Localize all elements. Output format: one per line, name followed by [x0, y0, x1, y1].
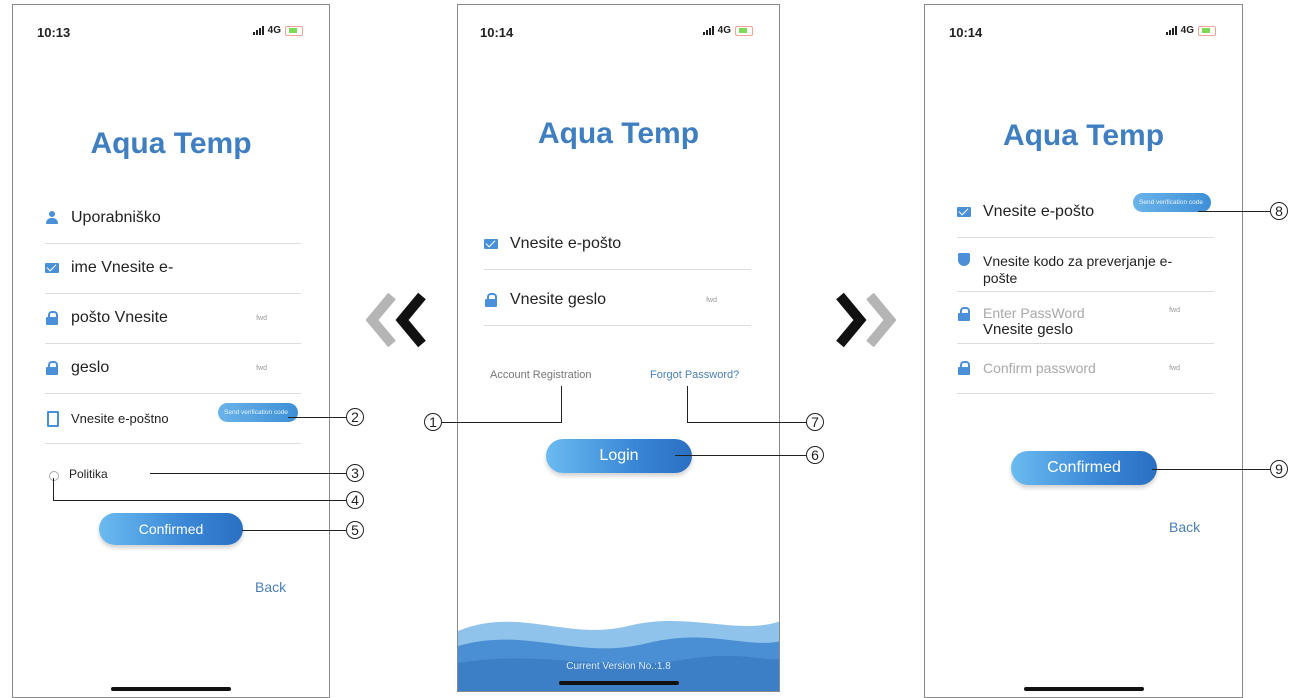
password-label: Vnesite geslo	[510, 291, 607, 308]
callout-line	[150, 473, 346, 474]
username-field[interactable]: Uporabniško	[45, 193, 301, 244]
callout-6: 6	[806, 446, 824, 464]
eye-toggle-icon[interactable]: fwd	[256, 315, 267, 322]
login-screen: 10:14 4G Aqua Temp Vnesite e-pošto Vnesi…	[457, 4, 780, 692]
login-button[interactable]: Login	[546, 439, 692, 473]
send-code-button[interactable]: Send verification code	[218, 403, 298, 423]
callout-line	[675, 455, 806, 456]
confirm-password-field[interactable]: Confirm password fwd	[957, 343, 1214, 394]
signal-icon	[1165, 26, 1177, 35]
email-field[interactable]: ime Vnesite e-	[45, 243, 301, 294]
password-placeholder: Enter PassWord	[983, 305, 1085, 321]
email-label: Vnesite e-pošto	[983, 203, 1095, 220]
confirm-password-field[interactable]: geslo fwd	[45, 343, 301, 394]
status-bar-right: 4G	[702, 25, 753, 36]
lock-icon	[45, 361, 59, 375]
wave-decoration	[458, 621, 779, 691]
registration-screen: 10:13 4G Aqua Temp Uporabniško ime Vnesi…	[12, 4, 330, 698]
callout-3: 3	[346, 464, 364, 482]
forgot-password-screen: 10:14 4G Aqua Temp Vnesite e-pošto Send …	[924, 4, 1243, 698]
home-indicator	[558, 681, 679, 685]
mail-icon	[484, 237, 498, 251]
new-password-field[interactable]: Enter PassWord Vnesite geslo fwd	[957, 293, 1214, 344]
home-indicator	[1023, 687, 1144, 691]
eye-toggle-icon[interactable]: fwd	[1169, 365, 1180, 372]
signal-icon	[702, 26, 714, 35]
callout-4: 4	[346, 491, 364, 509]
eye-toggle-icon[interactable]: fwd	[256, 365, 267, 372]
callout-line	[53, 478, 54, 500]
policy-radio[interactable]	[49, 471, 59, 481]
password-label: pošto Vnesite	[71, 309, 168, 326]
callout-line	[687, 386, 688, 423]
policy-label[interactable]: Politika	[69, 467, 108, 481]
eye-toggle-icon[interactable]: fwd	[1169, 307, 1180, 314]
send-code-button[interactable]: Send verification code	[1133, 193, 1211, 213]
forgot-password-link[interactable]: Forgot Password?	[650, 369, 739, 381]
email-code-label: Vnesite e-poštno	[71, 410, 169, 426]
password-field[interactable]: Vnesite geslo fwd	[484, 275, 751, 326]
callout-2: 2	[346, 408, 364, 426]
confirm-password-placeholder: Confirm password	[983, 360, 1096, 376]
callout-line	[441, 422, 561, 423]
callout-7: 7	[806, 413, 824, 431]
callout-line	[561, 386, 562, 423]
callout-line	[1152, 469, 1270, 470]
user-icon	[45, 211, 59, 225]
callout-line	[1198, 211, 1270, 212]
verification-code-label: Vnesite kodo za preverjanje e-pošte	[983, 253, 1173, 286]
lock-icon	[957, 361, 971, 375]
callout-5: 5	[346, 521, 364, 539]
status-bar-right: 4G	[252, 25, 303, 36]
signal-icon	[252, 26, 264, 35]
status-time: 10:14	[949, 25, 983, 40]
mail-icon	[45, 261, 59, 275]
lock-icon	[957, 307, 971, 321]
account-registration-link[interactable]: Account Registration	[490, 369, 592, 381]
lock-icon	[484, 293, 498, 307]
shield-icon	[957, 253, 971, 267]
lock-icon	[45, 311, 59, 325]
chevron-right-icon	[836, 292, 897, 348]
callout-9: 9	[1270, 460, 1288, 478]
password-field[interactable]: pošto Vnesite fwd	[45, 293, 301, 344]
confirm-password-label: geslo	[71, 359, 110, 376]
email-label: Vnesite e-pošto	[510, 235, 622, 252]
back-link[interactable]: Back	[255, 579, 286, 595]
chevron-left-icon	[365, 292, 426, 348]
back-link[interactable]: Back	[1169, 519, 1200, 535]
confirm-button[interactable]: Confirmed	[1011, 451, 1157, 485]
callout-8: 8	[1270, 202, 1288, 220]
version-label: Current Version No.:1.8	[566, 661, 671, 672]
app-logo: Aqua Temp	[1002, 119, 1165, 152]
callout-line	[288, 417, 346, 418]
battery-icon	[285, 25, 303, 36]
eye-toggle-icon[interactable]: fwd	[706, 297, 717, 304]
email-field[interactable]: Vnesite e-pošto	[484, 219, 751, 270]
network-label: 4G	[1180, 25, 1194, 36]
email-label: ime Vnesite e-	[71, 259, 174, 276]
callout-line	[53, 500, 346, 501]
battery-icon	[1198, 25, 1216, 36]
username-label: Uporabniško	[71, 209, 161, 226]
callout-line	[242, 530, 346, 531]
network-label: 4G	[267, 25, 281, 36]
callout-1: 1	[424, 413, 442, 431]
callout-line	[687, 422, 807, 423]
status-time: 10:13	[37, 25, 71, 40]
status-time: 10:14	[480, 25, 514, 40]
password-overlay-label: Vnesite geslo	[983, 321, 1074, 338]
home-indicator	[111, 687, 231, 691]
app-logo: Aqua Temp	[90, 127, 252, 160]
battery-icon	[735, 25, 753, 36]
status-bar-right: 4G	[1165, 25, 1216, 36]
verification-code-field[interactable]: Vnesite kodo za preverjanje e-pošte	[957, 239, 1214, 292]
confirm-button[interactable]: Confirmed	[99, 513, 243, 545]
network-label: 4G	[717, 25, 731, 36]
app-logo: Aqua Temp	[537, 117, 700, 150]
mail-icon	[957, 205, 971, 219]
phone-icon	[45, 411, 59, 427]
